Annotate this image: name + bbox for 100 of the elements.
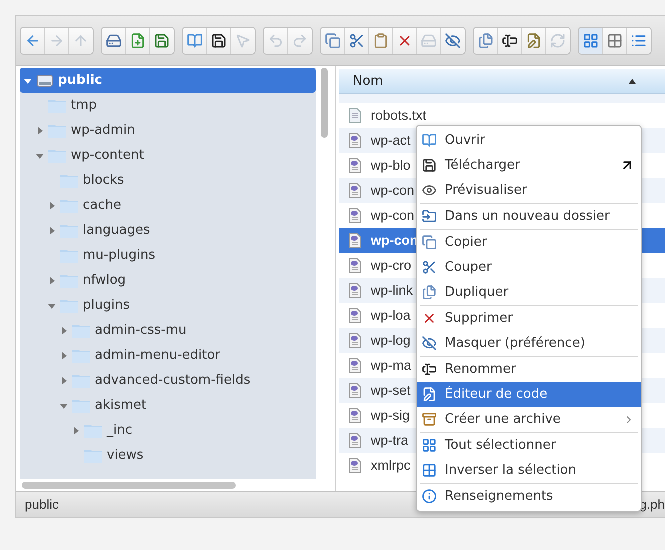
tree-item[interactable]: cache <box>20 193 316 218</box>
refresh-icon <box>550 32 566 48</box>
book-icon <box>422 133 437 148</box>
code-file-icon <box>349 433 361 448</box>
info-icon <box>422 489 437 504</box>
grid-icon <box>582 32 598 48</box>
tree-item[interactable]: wp-content <box>20 143 316 168</box>
undo-icon <box>268 32 284 48</box>
column-header[interactable]: Nom <box>339 69 665 94</box>
code-file-icon <box>349 158 361 173</box>
tree-item[interactable]: blocks <box>20 168 316 193</box>
tree-item[interactable]: wp-admin <box>20 118 316 143</box>
code-file-icon <box>349 383 361 398</box>
code-file-icon <box>349 183 361 198</box>
tree-item[interactable]: languages <box>20 218 316 243</box>
menu-item[interactable]: Copier <box>417 230 641 255</box>
folder-icon <box>60 248 78 262</box>
copy-icon <box>422 235 437 250</box>
code-file-icon <box>349 208 361 223</box>
drive-icon <box>420 32 436 48</box>
column-title: Nom <box>353 74 384 88</box>
menu-item[interactable]: Télécharger <box>417 153 641 178</box>
tree-item[interactable]: akismet <box>20 393 316 418</box>
rename-icon <box>422 362 437 377</box>
expand-arrow-icon[interactable] <box>60 376 68 384</box>
code-file-icon <box>349 358 361 373</box>
expand-arrow-icon[interactable] <box>60 326 68 334</box>
menu-item[interactable]: Dans un nouveau dossier <box>417 204 641 229</box>
menu-item[interactable]: Renseignements <box>417 484 641 509</box>
save-icon <box>422 158 437 173</box>
folder-icon <box>72 398 90 412</box>
tree-item[interactable]: nfwlog <box>20 268 316 293</box>
collapse-arrow-icon[interactable] <box>24 76 32 84</box>
tree-item[interactable]: tmp <box>20 93 316 118</box>
tree-item[interactable]: public <box>20 68 316 93</box>
folder-icon <box>422 209 437 224</box>
expand-arrow-icon[interactable] <box>48 226 56 234</box>
folder-icon <box>48 98 66 112</box>
save-icon <box>210 32 226 48</box>
menu-item[interactable]: Inverser la sélection <box>417 458 641 483</box>
forward-icon <box>48 32 64 48</box>
code-file-icon <box>349 258 361 273</box>
menu-item[interactable]: Éditeur de code <box>417 382 641 407</box>
grid-icon <box>422 463 437 478</box>
menu-item[interactable]: Renommer <box>417 357 641 382</box>
folder-icon <box>48 148 66 162</box>
duplicate-icon <box>422 285 437 300</box>
grid-icon <box>606 32 622 48</box>
pointer-icon <box>235 32 251 48</box>
collapse-arrow-icon[interactable] <box>60 402 68 410</box>
menu-item[interactable]: Ouvrir <box>417 128 641 153</box>
tree-item[interactable]: admin-menu-editor <box>20 343 316 368</box>
grid-icon <box>422 438 437 453</box>
status-path: public <box>25 497 59 512</box>
menu-item[interactable]: Couper <box>417 255 641 280</box>
menu-item[interactable]: Créer une archive <box>417 407 641 432</box>
paste-icon <box>372 32 388 48</box>
expand-arrow-icon[interactable] <box>36 126 44 134</box>
menu-item[interactable]: Masquer (préférence) <box>417 331 641 356</box>
rename-icon <box>502 32 518 48</box>
collapse-arrow-icon[interactable] <box>48 302 56 310</box>
menu-item[interactable]: Prévisualiser <box>417 178 641 203</box>
redo-icon <box>292 32 308 48</box>
text-file-icon <box>349 108 361 123</box>
tree-item[interactable]: admin-css-mu <box>20 318 316 343</box>
scrollbar-thumb[interactable] <box>320 68 328 138</box>
menu-item[interactable]: Tout sélectionner <box>417 433 641 458</box>
back-icon <box>24 32 40 48</box>
drive-icon <box>106 32 122 48</box>
toolbar-button[interactable] <box>498 28 522 54</box>
copy-icon <box>324 32 340 48</box>
tree-item[interactable]: plugins <box>20 293 316 318</box>
folder-icon <box>60 298 78 312</box>
folder-icon <box>84 424 102 438</box>
expand-arrow-icon[interactable] <box>48 276 56 284</box>
menu-item[interactable]: Supprimer <box>417 306 641 331</box>
folder-icon <box>60 274 78 288</box>
menu-item[interactable]: Dupliquer <box>417 280 641 305</box>
expand-arrow-icon[interactable] <box>48 202 56 210</box>
up-icon <box>73 32 89 48</box>
folder-icon <box>72 348 90 362</box>
code-file-icon <box>349 408 361 423</box>
drive-icon <box>37 74 53 86</box>
expand-arrow-icon[interactable] <box>60 352 68 360</box>
tree-item[interactable]: mu-plugins <box>20 243 316 268</box>
folder-icon <box>84 448 102 462</box>
folder-icon <box>72 324 90 338</box>
scrollbar-thumb[interactable] <box>22 482 236 488</box>
book-icon <box>186 32 202 48</box>
tree-item[interactable]: advanced-custom-fields <box>20 368 316 393</box>
collapse-arrow-icon[interactable] <box>36 152 44 160</box>
folder-icon <box>60 224 78 238</box>
tree-item[interactable]: _inc <box>20 418 316 443</box>
code-file-icon <box>349 333 361 348</box>
save-icon <box>154 32 170 48</box>
code-file-icon <box>349 283 361 298</box>
expand-arrow-icon[interactable] <box>72 426 80 434</box>
folder-icon <box>72 374 90 388</box>
toolbar-button[interactable] <box>207 28 231 54</box>
tree-item[interactable]: views <box>20 443 316 468</box>
